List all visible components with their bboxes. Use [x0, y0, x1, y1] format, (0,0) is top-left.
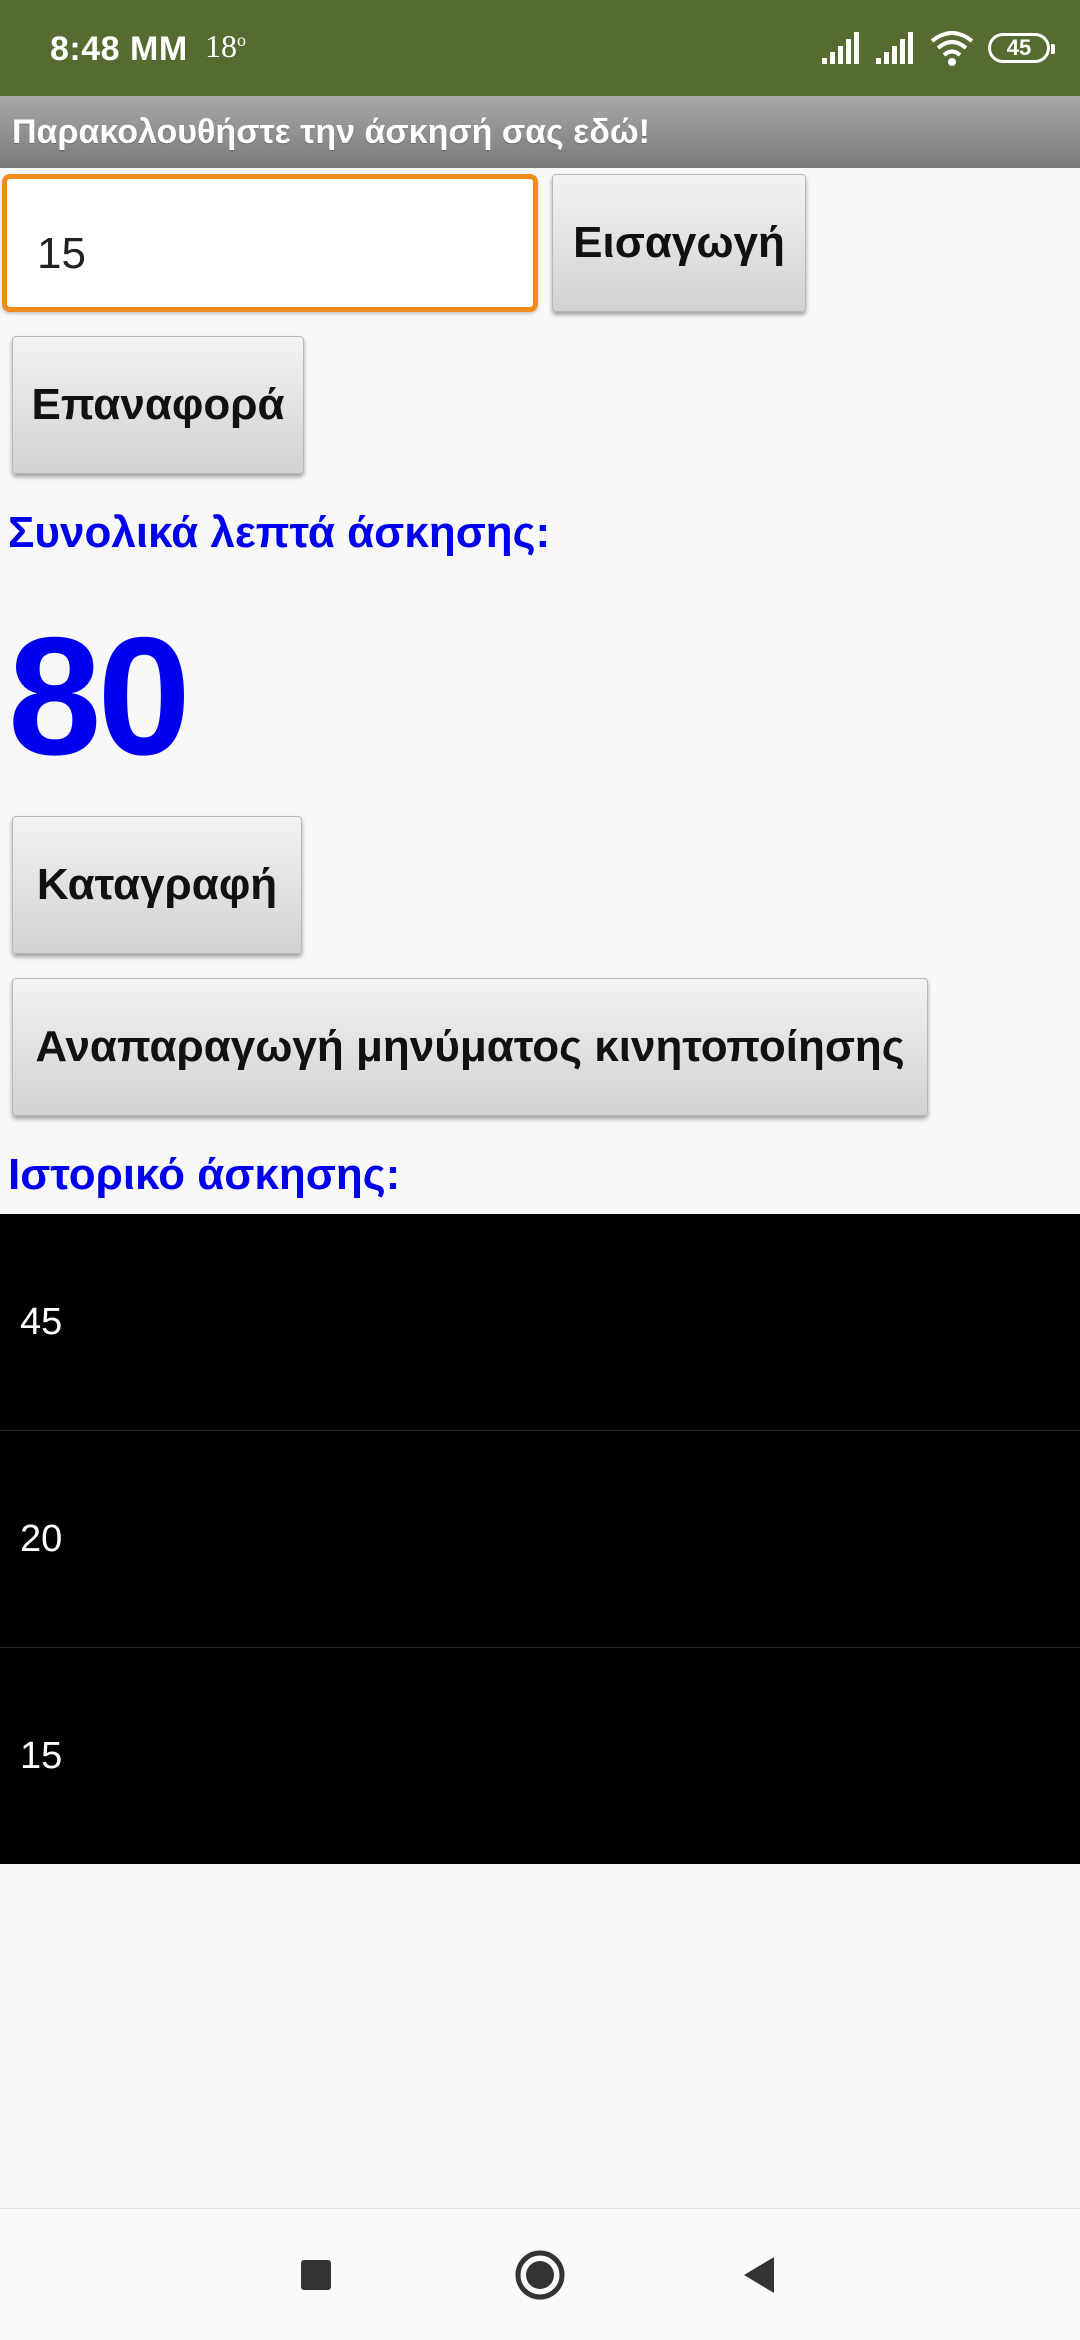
- screen: 8:48 MM 18o 45 Παρακολουθήστε την άσκησή…: [0, 0, 1080, 2340]
- history-label: Ιστορικό άσκησης:: [8, 1150, 401, 1199]
- play-motivation-button[interactable]: Αναπαραγωγή μηνύματος κινητοποίησης: [12, 978, 928, 1116]
- list-item[interactable]: 20: [0, 1431, 1080, 1648]
- navigation-bar: [0, 2208, 1080, 2340]
- status-time: 8:48 MM: [50, 30, 188, 68]
- status-icons: 45: [822, 28, 1055, 68]
- temperature-unit: o: [237, 30, 246, 50]
- total-minutes-label: Συνολικά λεπτά άσκησης:: [8, 508, 551, 557]
- signal-icon: [876, 32, 913, 64]
- enter-button[interactable]: Εισαγωγή: [552, 174, 806, 312]
- home-icon: [515, 2250, 565, 2300]
- reset-button[interactable]: Επαναφορά: [12, 336, 304, 474]
- temperature-value: 18: [205, 28, 237, 64]
- minutes-input[interactable]: [2, 174, 538, 312]
- list-item[interactable]: 45: [0, 1214, 1080, 1431]
- history-list: 45 20 15: [0, 1214, 1080, 1864]
- back-icon: [744, 2257, 774, 2293]
- recent-apps-icon: [301, 2260, 331, 2290]
- wifi-icon: [930, 31, 974, 66]
- recent-apps-button[interactable]: [256, 2209, 376, 2340]
- status-temperature: 18o: [205, 28, 246, 65]
- record-button[interactable]: Καταγραφή: [12, 816, 302, 954]
- back-button[interactable]: [700, 2209, 820, 2340]
- list-item[interactable]: 15: [0, 1648, 1080, 1864]
- status-bar: 8:48 MM 18o 45: [0, 0, 1080, 96]
- battery-icon: 45: [988, 33, 1055, 63]
- total-minutes-value: 80: [8, 602, 191, 790]
- signal-icon: [822, 32, 859, 64]
- home-button[interactable]: [480, 2209, 600, 2340]
- app-title: Παρακολουθήστε την άσκησή σας εδώ!: [0, 96, 1080, 168]
